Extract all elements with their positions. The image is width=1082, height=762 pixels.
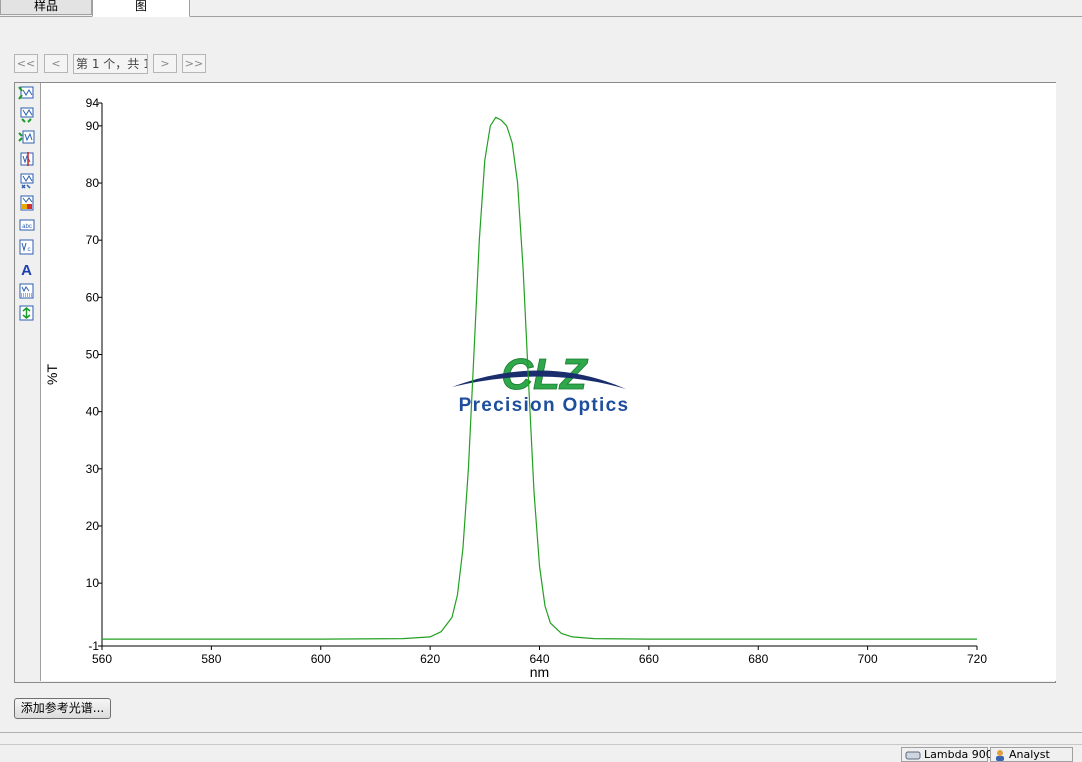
y-tick-label: 20	[86, 519, 100, 533]
tab-graph[interactable]: 图	[92, 0, 190, 17]
x-tick-label: 580	[201, 652, 221, 666]
auto-scale-icon[interactable]	[18, 85, 35, 101]
grid-icon[interactable]	[18, 283, 35, 299]
y-tick-label: 90	[86, 119, 100, 133]
clz-logo: CLZ Precision Optics	[452, 350, 630, 416]
prev-button[interactable]: <	[44, 54, 68, 73]
spectrometer-icon	[905, 751, 921, 760]
y-tick-label: 40	[86, 405, 100, 419]
zoom-in-icon[interactable]	[18, 107, 35, 123]
y-tick-label: 50	[86, 347, 100, 361]
svg-text:abc: abc	[22, 224, 32, 230]
tab-sample[interactable]: 样品	[0, 0, 92, 15]
logo-text-bottom: Precision Optics	[459, 395, 630, 416]
x-axis-label: nm	[530, 664, 549, 680]
user-icon	[996, 750, 1004, 761]
tab-sample-label: 样品	[33, 0, 58, 13]
svg-text:c: c	[28, 247, 31, 253]
font-icon[interactable]: A	[18, 261, 35, 277]
text-label-icon[interactable]: abc	[18, 217, 35, 233]
divider	[0, 744, 1082, 745]
svg-text:A: A	[21, 262, 32, 277]
x-tick-label: 680	[748, 652, 768, 666]
spectrum-chart[interactable]: 560 580 600 620 640 660 680 700 720-110203040506…	[41, 83, 1056, 681]
instrument-name: Lambda 900	[924, 748, 993, 761]
x-tick-label: 620	[420, 652, 440, 666]
first-button[interactable]: <<	[14, 54, 38, 73]
last-button[interactable]: >>	[182, 54, 206, 73]
y-tick-label: 60	[86, 290, 100, 304]
y-tick-label: -1	[88, 639, 99, 653]
status-user: Analyst	[990, 747, 1073, 762]
graph-toolbar: abc c A	[15, 83, 39, 681]
divider	[0, 732, 1082, 733]
color-legend-icon[interactable]	[18, 195, 35, 211]
x-tick-label: 560	[92, 652, 112, 666]
cursor-icon[interactable]	[18, 151, 35, 167]
tab-strip: 样品 图	[0, 0, 1082, 17]
next-button[interactable]: >	[153, 54, 177, 73]
y-tick-label: 94	[86, 96, 100, 110]
add-reference-spectrum-button[interactable]: 添加参考光谱...	[14, 698, 111, 719]
zoom-out-icon[interactable]	[18, 129, 35, 145]
x-tick-label: 720	[967, 652, 987, 666]
status-instrument: Lambda 900	[901, 747, 993, 762]
tab-graph-label: 图	[134, 0, 147, 13]
peak-pick-icon[interactable]	[18, 173, 35, 189]
spectrum-counter: 第 1 个，共 1	[73, 54, 148, 74]
x-tick-label: 660	[639, 652, 659, 666]
y-tick-label: 80	[86, 176, 100, 190]
plot-area[interactable]: 560 580 600 620 640 660 680 700 720 -1 10 20 30 40 50 6…	[40, 83, 1056, 681]
x-tick-label: 600	[311, 652, 331, 666]
user-name: Analyst	[1009, 748, 1050, 761]
y-tick-label: 30	[86, 462, 100, 476]
annotation-icon[interactable]: c	[18, 239, 35, 255]
y-tick-label: 70	[86, 233, 100, 247]
y-tick-label: 10	[86, 576, 100, 590]
x-tick-label: 700	[858, 652, 878, 666]
export-icon[interactable]	[18, 305, 35, 321]
y-axis-label: %T	[44, 364, 60, 385]
